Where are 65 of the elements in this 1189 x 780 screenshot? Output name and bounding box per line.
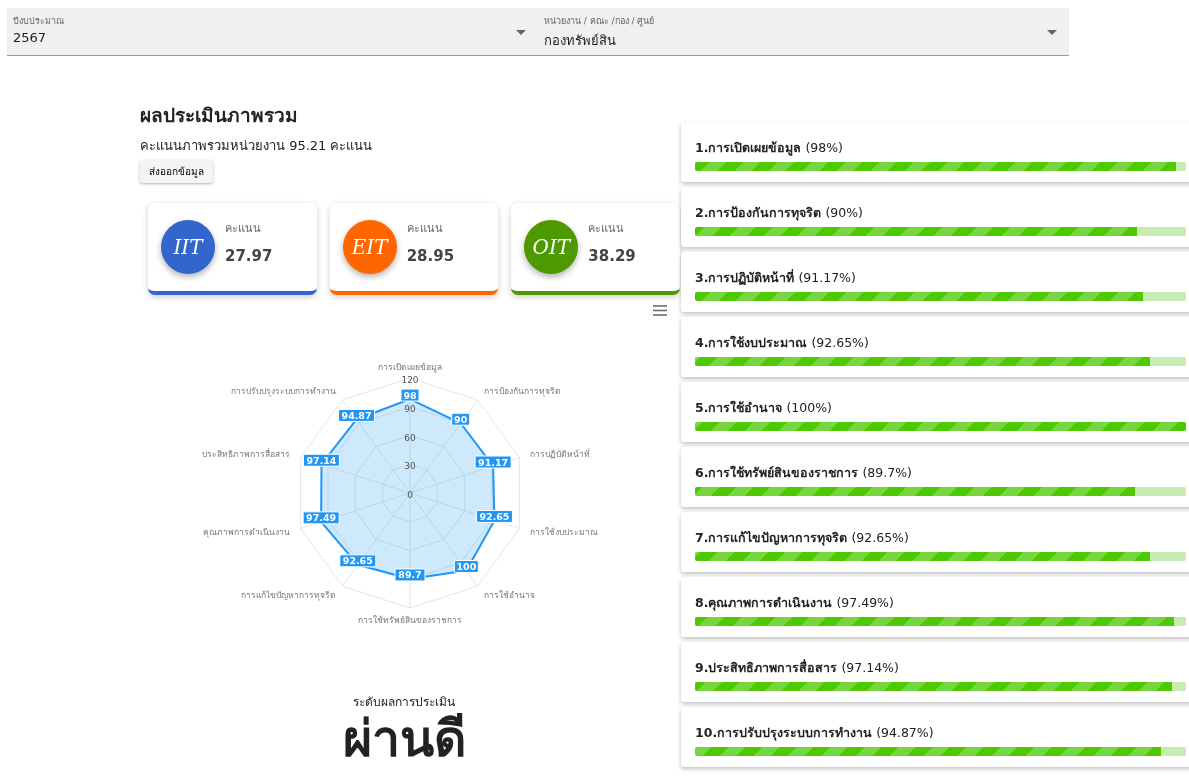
axis-label: การปรับปรุงระบบการทำงาน	[230, 385, 336, 396]
indicator-label: 8.คุณภาพการดำเนินงาน (97.49%)	[695, 594, 895, 613]
indicator-label: 7.การแก้ไขปัญหาการทุจริต (92.65%)	[695, 529, 910, 548]
value-label: 90	[451, 412, 471, 426]
data-label: 94.87	[341, 409, 372, 421]
score-caption: คะแนน	[225, 221, 262, 237]
indicator-label: 6.การใช้ทรัพย์สินของราชการ (89.7%)	[695, 464, 913, 482]
value-label: 92.65	[339, 554, 377, 568]
indicator-label: 2.การป้องกันการทุจริต (90%)	[695, 204, 864, 223]
menu-icon[interactable]	[653, 305, 667, 316]
data-label: 92.65	[479, 510, 510, 522]
axis-label: การเปิดเผยข้อมูล	[378, 361, 442, 372]
score-caption: คะแนน	[588, 221, 626, 237]
score-badge: OIT	[524, 220, 579, 274]
indicator-label: 10.การปรับปรุงระบบการทำงาน (94.87%)	[695, 724, 935, 743]
export-button[interactable]: ส่งออกข้อมูล	[140, 160, 213, 183]
value-label: 97.14	[302, 453, 340, 467]
section-title: ผลประเมินภาพรวม	[140, 103, 299, 128]
data-label: 91.17	[478, 456, 509, 468]
select-field[interactable]: หน่วยงาน / คณะ /กอง / ศูนย์ กองทรัพย์สิน	[538, 8, 1069, 55]
score-value: 28.95	[406, 247, 455, 265]
score-badge: IIT	[161, 220, 215, 274]
value-label: 97.49	[302, 511, 340, 525]
indicator-label: 4.การใช้งบประมาณ (92.65%)	[695, 334, 870, 352]
field-label: หน่วยงาน / คณะ /กอง / ศูนย์	[544, 15, 656, 28]
axis-tick: 120	[401, 375, 419, 385]
field-value: กองทรัพย์สิน	[544, 32, 617, 50]
data-label: 92.65	[342, 555, 373, 567]
indicator-label: 5.การใช้อำนาจ (100%)	[695, 399, 833, 417]
axis-label: การแก้ไขปัญหาการทุจริต	[240, 590, 336, 601]
score-caption: คะแนน	[406, 221, 444, 237]
total-score-text: คะแนนภาพรวมหน่วยงาน 95.21 คะแนน	[140, 137, 374, 155]
indicator-label: 3.การปฏิบัติหน้าที่ (91.17%)	[695, 268, 857, 287]
score-badge: EIT	[342, 220, 397, 274]
caret-icon	[1047, 30, 1057, 35]
field-label: ปีงบประมาณ	[13, 15, 65, 28]
axis-label: ประสิทธิภาพการสื่อสาร	[201, 448, 290, 459]
value-label: 94.87	[338, 408, 376, 422]
caret-icon	[516, 30, 526, 35]
axis-label: การใช้ทรัพย์สินของราชการ	[358, 614, 462, 625]
indicator-label: 9.ประสิทธิภาพการสื่อสาร (97.14%)	[695, 658, 900, 677]
result-grade: ผ่านดี	[342, 713, 466, 766]
indicator-label: 1.การเปิดเผยข้อมูล (98%)	[695, 139, 844, 158]
axis-label: การใช้งบประมาณ	[530, 527, 599, 538]
data-label: 97.14	[306, 454, 337, 466]
data-label: 97.49	[306, 512, 337, 524]
result-caption: ระดับผลการประเมิน	[353, 694, 455, 711]
value-label: 89.7	[394, 568, 426, 582]
axis-tick: 30	[404, 461, 416, 472]
select-field[interactable]: ปีงบประมาณ 2567	[7, 8, 538, 55]
score-value: 27.97	[225, 247, 273, 265]
axis-label: การปฏิบัติหน้าที่	[530, 448, 591, 459]
value-label: 91.17	[474, 455, 512, 469]
value-label: 92.65	[475, 509, 513, 523]
axis-label: การใช้อำนาจ	[484, 590, 536, 601]
axis-label: คุณภาพการดำเนินงาน	[202, 527, 290, 538]
field-value: 2567	[13, 30, 48, 45]
data-label: 89.7	[398, 569, 422, 581]
axis-label: การป้องกันการทุจริต	[484, 385, 562, 396]
axis-tick: 0	[407, 490, 413, 500]
value-label: 98	[400, 388, 420, 402]
axis-tick: 60	[404, 432, 416, 443]
value-label: 100	[453, 560, 479, 574]
axis-tick: 90	[404, 403, 416, 414]
score-value: 38.29	[588, 247, 636, 265]
